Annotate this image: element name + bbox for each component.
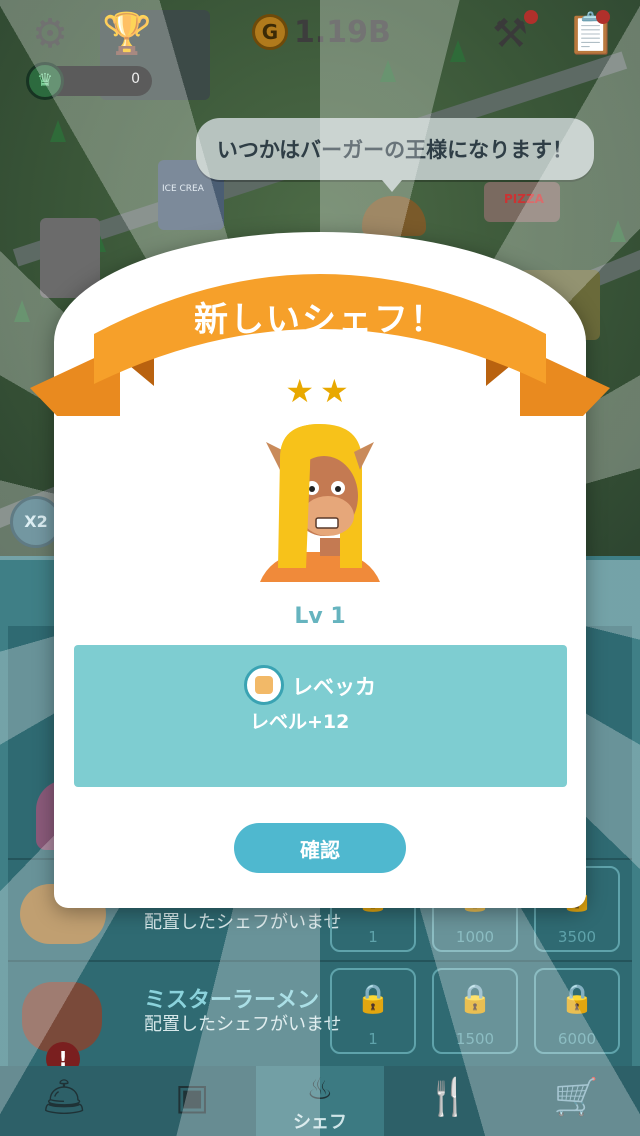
tab-restaurant[interactable]: 🛎 bbox=[0, 1066, 128, 1136]
shop-sign: ICE CREA bbox=[162, 184, 204, 194]
lock-icon: 🔒 bbox=[355, 982, 391, 1015]
row-status: 配置したシェフがいませ bbox=[144, 912, 342, 933]
tree bbox=[14, 300, 30, 322]
tab-equipment[interactable]: ▣ bbox=[128, 1066, 256, 1136]
skill-effect: レベル+12 bbox=[250, 711, 350, 733]
cart-icon: 🛒 bbox=[553, 1077, 599, 1118]
chef-slot[interactable]: 🔒 6000 bbox=[534, 968, 620, 1054]
chef-slot[interactable]: 🔒1 bbox=[330, 968, 416, 1054]
slot-cost: 1 bbox=[368, 928, 378, 946]
chef-slot[interactable]: 🔒 1500 bbox=[432, 968, 518, 1054]
shop-sign: PIZZA bbox=[504, 192, 544, 206]
chef-portrait bbox=[260, 424, 380, 582]
crown-count: 0 bbox=[131, 71, 140, 87]
tab-shop[interactable]: 🛒 bbox=[512, 1066, 640, 1136]
title-ribbon: 新しいシェフ！ bbox=[30, 254, 610, 444]
slot-cost: 1500 bbox=[455, 1030, 495, 1048]
gold-amount: 1.19B bbox=[294, 14, 391, 50]
slot-cost: 6000 bbox=[557, 1030, 597, 1048]
cloche-icon: 🛎 bbox=[41, 1077, 87, 1118]
tree bbox=[610, 220, 626, 242]
confirm-button[interactable]: 確認 bbox=[234, 823, 406, 873]
bottom-nav: 🛎 ▣ ♨ シェフ 🍴 🛒 bbox=[0, 1066, 640, 1136]
notification-dot bbox=[524, 10, 538, 24]
gold-counter: G 1.19B bbox=[252, 12, 391, 52]
skill-panel: レベッカ レベル+12 bbox=[74, 645, 567, 787]
tree bbox=[50, 120, 66, 142]
lock-icon: 🔒 bbox=[457, 982, 493, 1015]
chef-hat-icon: ♨ bbox=[306, 1072, 334, 1107]
speech-bubble: いつかはバーガーの王様になります！ bbox=[196, 118, 594, 192]
gear-icon[interactable]: ⚙ bbox=[26, 10, 74, 58]
tab-chef-label: シェフ bbox=[293, 1112, 347, 1133]
toast-icon bbox=[244, 665, 284, 705]
tab-chef[interactable]: ♨ シェフ bbox=[256, 1066, 384, 1136]
trophy-icon[interactable]: 🏆 bbox=[102, 10, 152, 58]
modal-title: 新しいシェフ！ bbox=[194, 300, 446, 340]
notification-dot bbox=[596, 10, 610, 24]
speech-bubble-text: いつかはバーガーの王様になります！ bbox=[216, 138, 574, 162]
tab-menu[interactable]: 🍴 bbox=[384, 1066, 512, 1136]
blender-icon: ▣ bbox=[174, 1077, 209, 1118]
chef-name: レベッカ bbox=[292, 675, 376, 699]
chef-level: Lv 1 bbox=[294, 604, 346, 629]
rarity-stars: ★★ bbox=[285, 372, 355, 410]
slot-cost: 3500 bbox=[557, 928, 597, 946]
menu-book-icon: 🍴 bbox=[425, 1077, 471, 1118]
slot-cost: 1 bbox=[368, 1030, 378, 1048]
top-bar: ⚙ 🏆 G 1.19B ⚒ 📋 bbox=[0, 0, 640, 70]
crown-progress: ♛ 0 bbox=[26, 62, 152, 100]
list-item[interactable]: ミスターラーメン 配置したシェフがいませ 🔒 1 🔒 1500 🔒 6000 bbox=[8, 964, 632, 1064]
row-status: 配置したシェフがいませ bbox=[144, 1014, 342, 1035]
burger-shop[interactable] bbox=[362, 196, 426, 236]
pizza-shop[interactable]: PIZZA bbox=[484, 182, 560, 222]
lock-icon: 🔒 bbox=[559, 982, 595, 1015]
crown-icon: ♛ bbox=[26, 62, 64, 100]
coin-icon: G bbox=[252, 14, 288, 50]
slot-cost: 1000 bbox=[455, 928, 495, 946]
